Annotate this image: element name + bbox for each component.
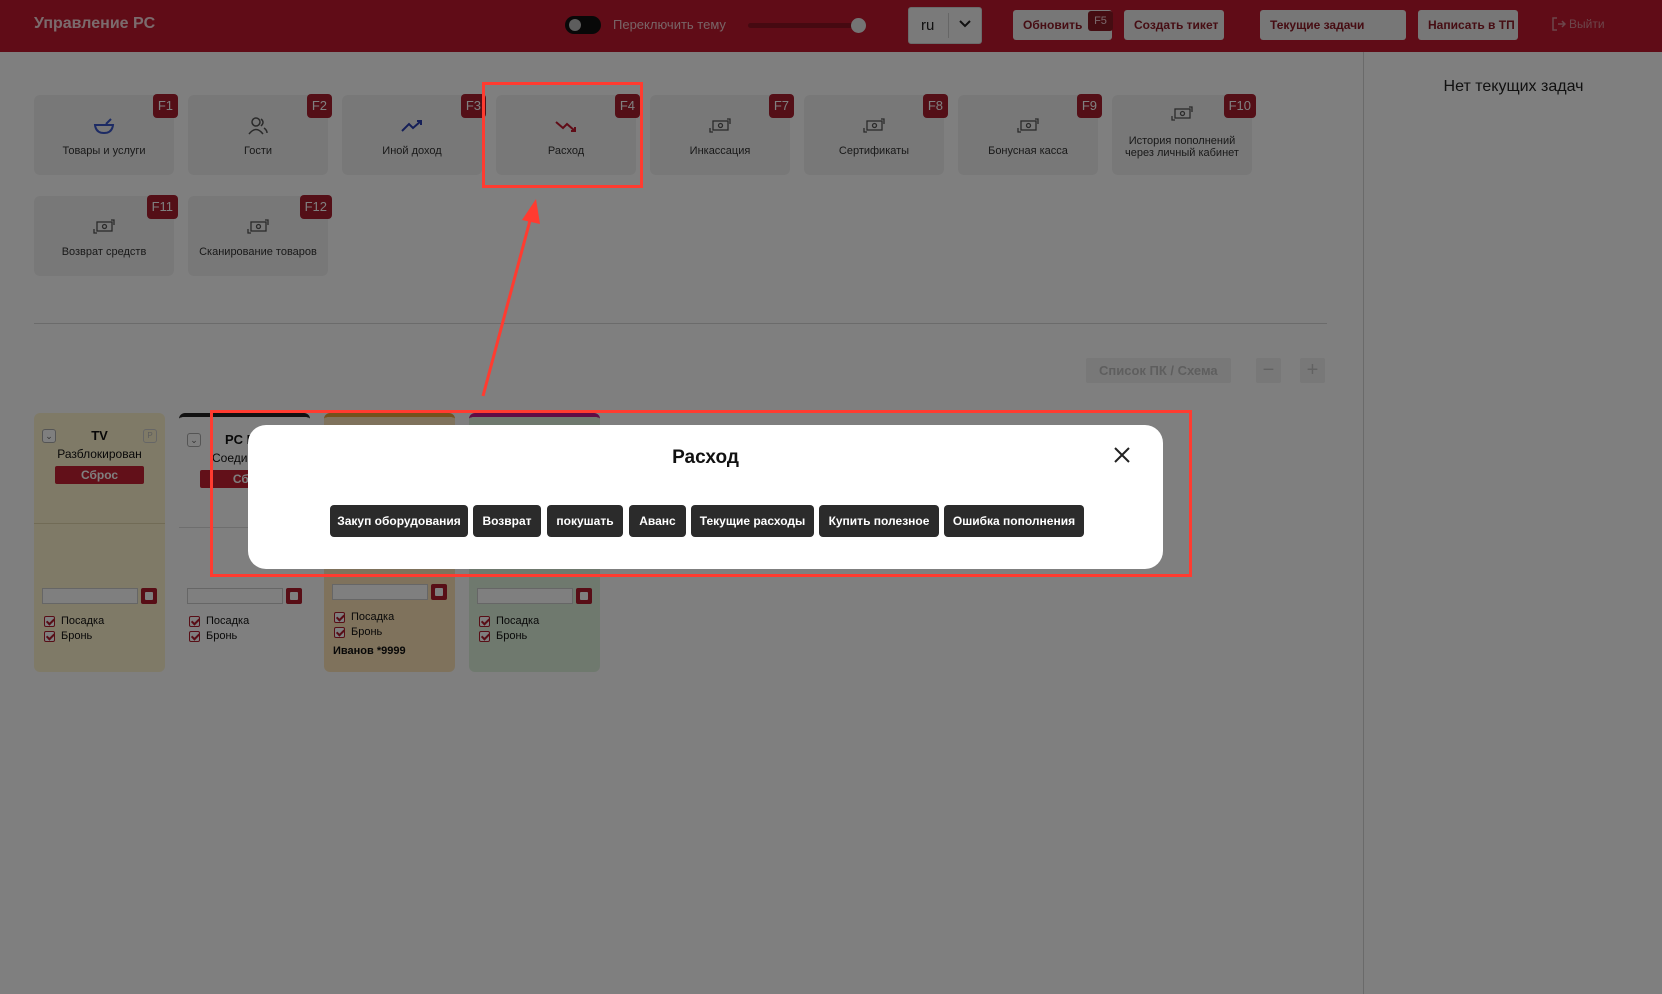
- annotation-arrow: [481, 199, 540, 397]
